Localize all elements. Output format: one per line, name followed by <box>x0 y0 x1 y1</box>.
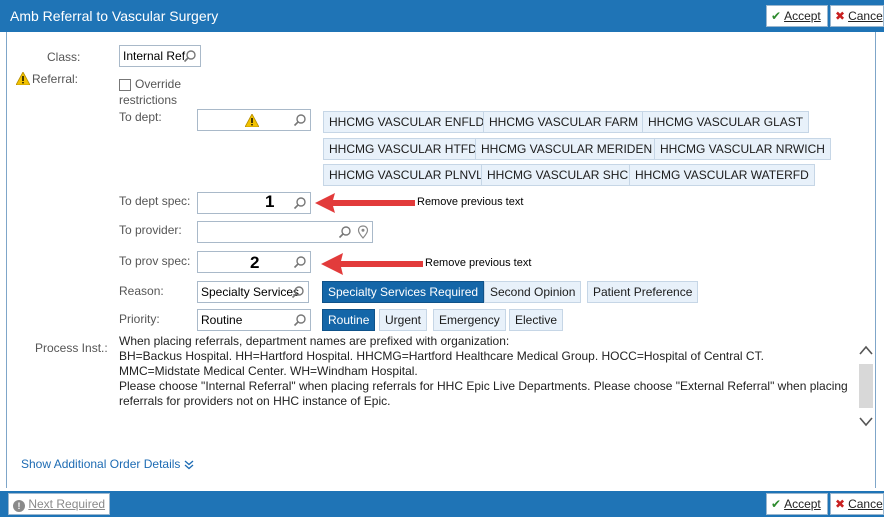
override-label-line1: Override <box>135 77 182 91</box>
class-label: Class: <box>47 50 81 64</box>
accept-label: Accept <box>784 497 821 511</box>
to-dept-field[interactable] <box>197 109 311 131</box>
process-line: referrals for providers not on HHC insta… <box>119 394 391 408</box>
dept-chip-htfd[interactable]: HHCMG VASCULAR HTFD <box>323 138 483 160</box>
dept-chip-farm[interactable]: HHCMG VASCULAR FARM <box>483 111 645 133</box>
scrollbar-thumb[interactable] <box>859 364 873 408</box>
cancel-label: Cance <box>848 9 883 23</box>
annotation-marker-1: 1 <box>265 192 275 211</box>
to-provider-field[interactable] <box>197 221 373 243</box>
next-required-button[interactable]: ! Next Required <box>8 493 110 515</box>
priority-field[interactable]: Routine <box>197 309 311 331</box>
annotation-note-1: Remove previous text <box>417 196 524 208</box>
to-dept-spec-field[interactable] <box>197 192 311 214</box>
footer-bar: ! Next Required ✔ Accept ✖ Cance <box>0 491 884 517</box>
chevron-down-icon[interactable] <box>859 416 873 428</box>
priority-option-routine[interactable]: Routine <box>322 309 376 331</box>
warning-icon <box>245 114 259 127</box>
checkmark-icon: ✔ <box>771 9 782 23</box>
search-icon[interactable] <box>291 285 305 299</box>
search-icon[interactable] <box>338 225 352 239</box>
to-dept-label: To dept: <box>119 110 162 124</box>
close-icon: ✖ <box>835 497 846 511</box>
search-icon[interactable] <box>293 255 307 269</box>
class-field[interactable]: Internal Ref <box>119 45 201 67</box>
next-required-label: Next Required <box>28 497 106 511</box>
cancel-button[interactable]: ✖ Cance <box>830 493 884 515</box>
reason-option-specialty[interactable]: Specialty Services Required <box>322 281 485 303</box>
to-provider-label: To provider: <box>119 223 182 237</box>
reason-label: Reason: <box>119 284 164 298</box>
to-dept-spec-label: To dept spec: <box>119 194 191 208</box>
show-additional-label: Show Additional Order Details <box>21 457 181 471</box>
process-line: Please choose "Internal Referral" when p… <box>119 379 848 393</box>
referral-label: Referral: <box>32 72 79 86</box>
title-bar: Amb Referral to Vascular Surgery ✔ Accept… <box>0 0 884 32</box>
override-label-line2: restrictions <box>119 93 178 107</box>
search-icon[interactable] <box>183 49 197 63</box>
dept-chip-plnvl[interactable]: HHCMG VASCULAR PLNVL <box>323 164 489 186</box>
dept-chip-shc[interactable]: HHCMG VASCULAR SHC <box>481 164 635 186</box>
show-additional-details-link[interactable]: Show Additional Order Details <box>21 457 194 471</box>
red-arrow-icon <box>321 253 423 275</box>
priority-option-emergency[interactable]: Emergency <box>433 309 506 331</box>
reason-option-patient-preference[interactable]: Patient Preference <box>587 281 699 303</box>
process-inst-label: Process Inst.: <box>35 341 108 355</box>
double-chevron-down-icon <box>184 460 194 470</box>
dept-chip-enfld[interactable]: HHCMG VASCULAR ENFLD <box>323 111 491 133</box>
referral-form: Class: Internal Ref Referral: Override r… <box>6 32 876 488</box>
annotation-note-2: Remove previous text <box>425 257 532 269</box>
search-icon[interactable] <box>293 113 307 127</box>
process-instructions: When placing referrals, department names… <box>119 334 855 409</box>
cancel-button[interactable]: ✖ Cance <box>830 5 884 27</box>
class-value: Internal Ref <box>123 49 186 63</box>
dept-chip-glast[interactable]: HHCMG VASCULAR GLAST <box>642 111 810 133</box>
close-icon: ✖ <box>835 9 846 23</box>
priority-value: Routine <box>201 313 243 327</box>
dept-chip-nrwich[interactable]: HHCMG VASCULAR NRWICH <box>654 138 831 160</box>
accept-button[interactable]: ✔ Accept <box>766 493 828 515</box>
to-prov-spec-label: To prov spec: <box>119 254 191 268</box>
priority-option-elective[interactable]: Elective <box>509 309 564 331</box>
reason-option-second-opinion[interactable]: Second Opinion <box>484 281 582 303</box>
process-scrollbar[interactable] <box>857 332 875 442</box>
process-line: MMC=Midstate Medical Center. WH=Windham … <box>119 364 418 378</box>
reason-field[interactable]: Specialty Services <box>197 281 309 303</box>
dept-chip-meriden[interactable]: HHCMG VASCULAR MERIDEN <box>475 138 659 160</box>
process-line: BH=Backus Hospital. HH=Hartford Hospital… <box>119 349 764 363</box>
accept-button[interactable]: ✔ Accept <box>766 5 828 27</box>
priority-option-urgent[interactable]: Urgent <box>379 309 428 331</box>
dept-chip-waterfd[interactable]: HHCMG VASCULAR WATERFD <box>629 164 815 186</box>
override-checkbox[interactable] <box>119 79 131 91</box>
location-pin-icon[interactable] <box>357 225 369 239</box>
chevron-up-icon[interactable] <box>859 344 873 356</box>
accept-label: Accept <box>784 9 821 23</box>
window-title: Amb Referral to Vascular Surgery <box>10 8 219 24</box>
search-icon[interactable] <box>293 196 307 210</box>
checkmark-icon: ✔ <box>771 497 782 511</box>
reason-value: Specialty Services <box>201 285 300 299</box>
process-line: When placing referrals, department names… <box>119 334 510 348</box>
info-icon: ! <box>13 500 25 512</box>
red-arrow-icon <box>315 193 415 213</box>
cancel-label: Cance <box>848 497 883 511</box>
warning-icon <box>16 72 30 85</box>
annotation-marker-2: 2 <box>250 253 260 272</box>
search-icon[interactable] <box>293 313 307 327</box>
priority-label: Priority: <box>119 312 160 326</box>
